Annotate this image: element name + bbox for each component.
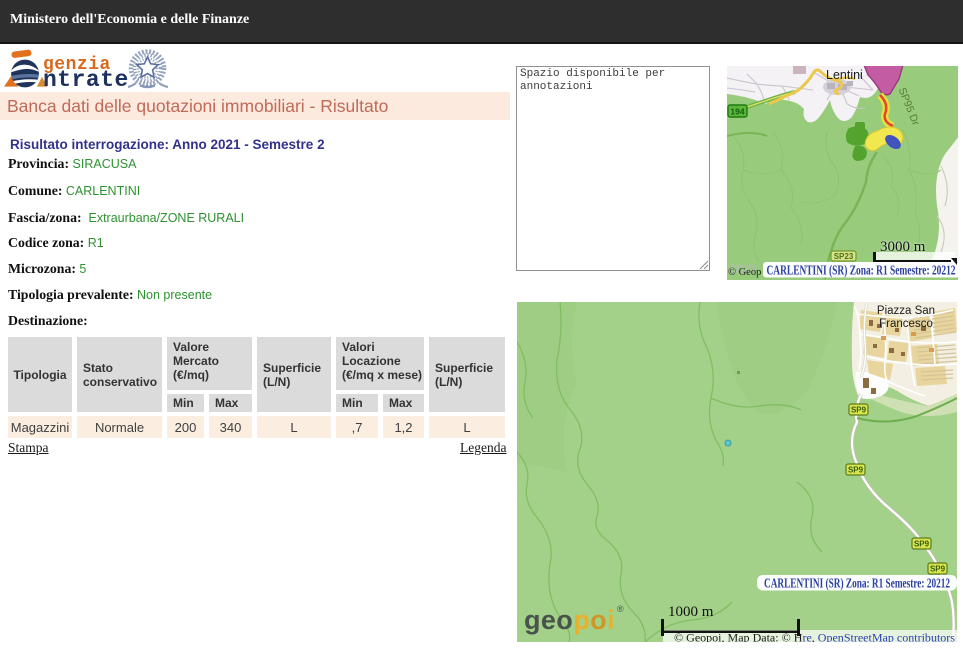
svg-text:®: ® [617,604,624,614]
svg-text:CARLENTINI (SR) Zona: R1 Semes: CARLENTINI (SR) Zona: R1 Semestre: 20212 [767,263,956,278]
svg-text:194: 194 [730,107,744,117]
svg-text:1000 m: 1000 m [668,604,714,620]
svg-text:SP9: SP9 [930,565,946,574]
svg-text:Lentini: Lentini [826,68,863,82]
svg-text:Piazza San: Piazza San [877,305,935,317]
svg-text:SP23: SP23 [834,252,854,261]
svg-text:SP9: SP9 [848,466,864,475]
svg-text:Francesco: Francesco [879,318,933,330]
svg-text:© Geopoi, Map Data: © Hre, Ope: © Geopoi, Map Data: © Hre, OpenStreetMap… [674,631,955,643]
svg-text:3000 m: 3000 m [880,239,926,255]
svg-text:SP9: SP9 [851,406,867,415]
svg-text:SP9: SP9 [914,540,930,549]
svg-text:geopoi: geopoi [524,605,615,635]
svg-text:CARLENTINI (SR) Zona: R1 Semes: CARLENTINI (SR) Zona: R1 Semestre: 20212 [764,576,950,591]
svg-text:© Geop: © Geop [728,267,761,278]
